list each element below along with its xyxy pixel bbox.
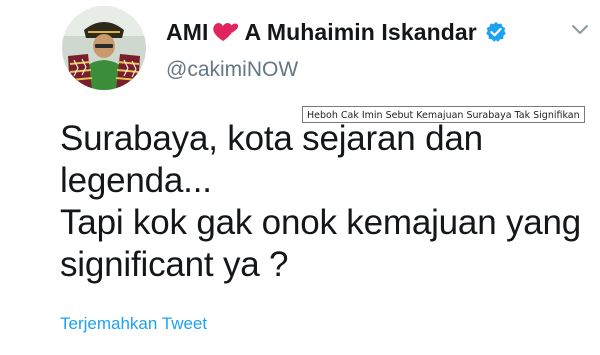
avatar[interactable] bbox=[62, 6, 146, 90]
display-name-row[interactable]: AMI A Muhaimin Iskandar bbox=[166, 14, 507, 50]
avatar-photo bbox=[62, 6, 146, 90]
chevron-down-icon[interactable] bbox=[570, 22, 590, 38]
display-name[interactable]: A Muhaimin Iskandar bbox=[244, 19, 476, 46]
display-name-prefix[interactable]: AMI bbox=[166, 19, 208, 46]
heart-icon bbox=[210, 19, 240, 45]
tweet-card: AMI A Muhaimin Iskandar @cakimiNOW Surab… bbox=[0, 0, 600, 355]
overlay-caption: Heboh Cak Imin Sebut Kemajuan Surabaya T… bbox=[302, 106, 585, 123]
verified-badge-icon bbox=[485, 21, 507, 43]
tweet-text: Surabaya, kota sejaran dan legenda... Ta… bbox=[60, 119, 582, 284]
handle[interactable]: @cakimiNOW bbox=[166, 58, 298, 82]
translate-tweet-link[interactable]: Terjemahkan Tweet bbox=[60, 314, 207, 334]
